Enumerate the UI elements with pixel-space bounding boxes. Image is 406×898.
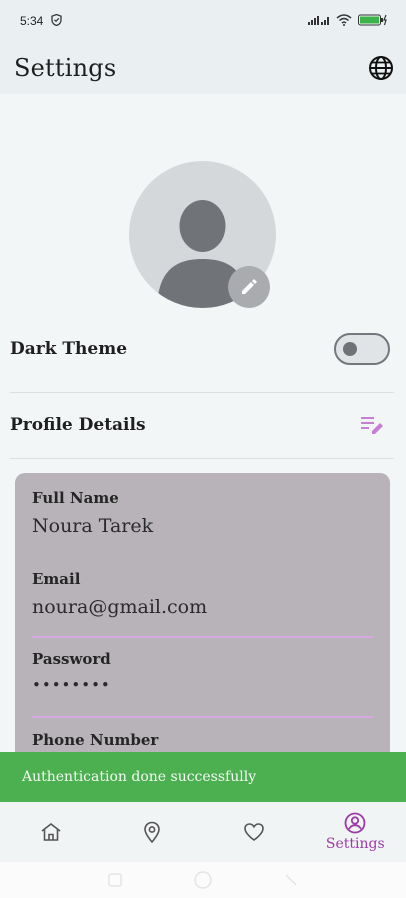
recents-icon[interactable]	[107, 872, 123, 888]
full-name-field[interactable]: Full Name Noura Tarek	[32, 489, 373, 537]
shield-icon	[51, 13, 63, 29]
profile-details-row: Profile Details	[10, 406, 394, 444]
nav-settings[interactable]: Settings	[315, 802, 395, 862]
signal-icon	[308, 14, 330, 28]
wifi-icon	[336, 13, 352, 29]
pencil-icon	[242, 279, 257, 294]
status-time: 5:34	[20, 14, 44, 28]
toggle-knob	[343, 342, 357, 356]
email-label: Email	[32, 570, 81, 588]
page-title: Settings	[14, 54, 117, 82]
divider	[10, 458, 394, 459]
full-name-label: Full Name	[32, 489, 119, 507]
password-field[interactable]: Password ••••••••	[32, 650, 373, 718]
avatar-container	[129, 161, 276, 308]
account-circle-icon	[344, 812, 366, 834]
edit-profile-button[interactable]	[358, 410, 388, 440]
edit-avatar-button[interactable]	[228, 266, 270, 308]
phone-field[interactable]: Phone Number	[32, 731, 373, 749]
app-bar: Settings	[0, 42, 406, 94]
full-name-value: Noura Tarek	[32, 515, 154, 537]
divider	[10, 392, 394, 393]
dark-theme-label: Dark Theme	[10, 339, 128, 359]
snackbar: Authentication done successfully	[0, 752, 406, 802]
email-field[interactable]: Email noura@gmail.com	[32, 570, 373, 638]
home-icon	[41, 822, 61, 841]
home-button-icon[interactable]	[193, 870, 213, 890]
password-underline	[32, 716, 373, 718]
battery-icon	[358, 14, 388, 29]
dark-theme-row: Dark Theme	[10, 330, 394, 368]
edit-list-icon	[361, 417, 383, 434]
status-right	[308, 13, 388, 29]
password-label: Password	[32, 650, 111, 668]
status-bar: 5:34	[0, 0, 406, 42]
nav-favorites[interactable]	[214, 802, 294, 862]
back-icon[interactable]	[283, 872, 299, 888]
location-pin-icon	[144, 821, 161, 843]
profile-details-label: Profile Details	[10, 415, 146, 435]
bottom-nav: Settings	[0, 802, 406, 862]
snackbar-message: Authentication done successfully	[22, 769, 257, 785]
dark-theme-toggle[interactable]	[334, 333, 390, 365]
status-left: 5:34	[20, 13, 63, 29]
language-button[interactable]	[366, 53, 396, 83]
email-value: noura@gmail.com	[32, 596, 208, 618]
nav-settings-label: Settings	[325, 836, 385, 852]
system-nav-bar	[0, 862, 406, 898]
nav-home[interactable]	[11, 802, 91, 862]
phone-label: Phone Number	[32, 731, 159, 749]
heart-icon	[243, 823, 264, 841]
globe-icon	[369, 56, 393, 80]
nav-location[interactable]	[112, 802, 192, 862]
password-value: ••••••••	[32, 676, 111, 694]
email-underline	[32, 636, 373, 638]
